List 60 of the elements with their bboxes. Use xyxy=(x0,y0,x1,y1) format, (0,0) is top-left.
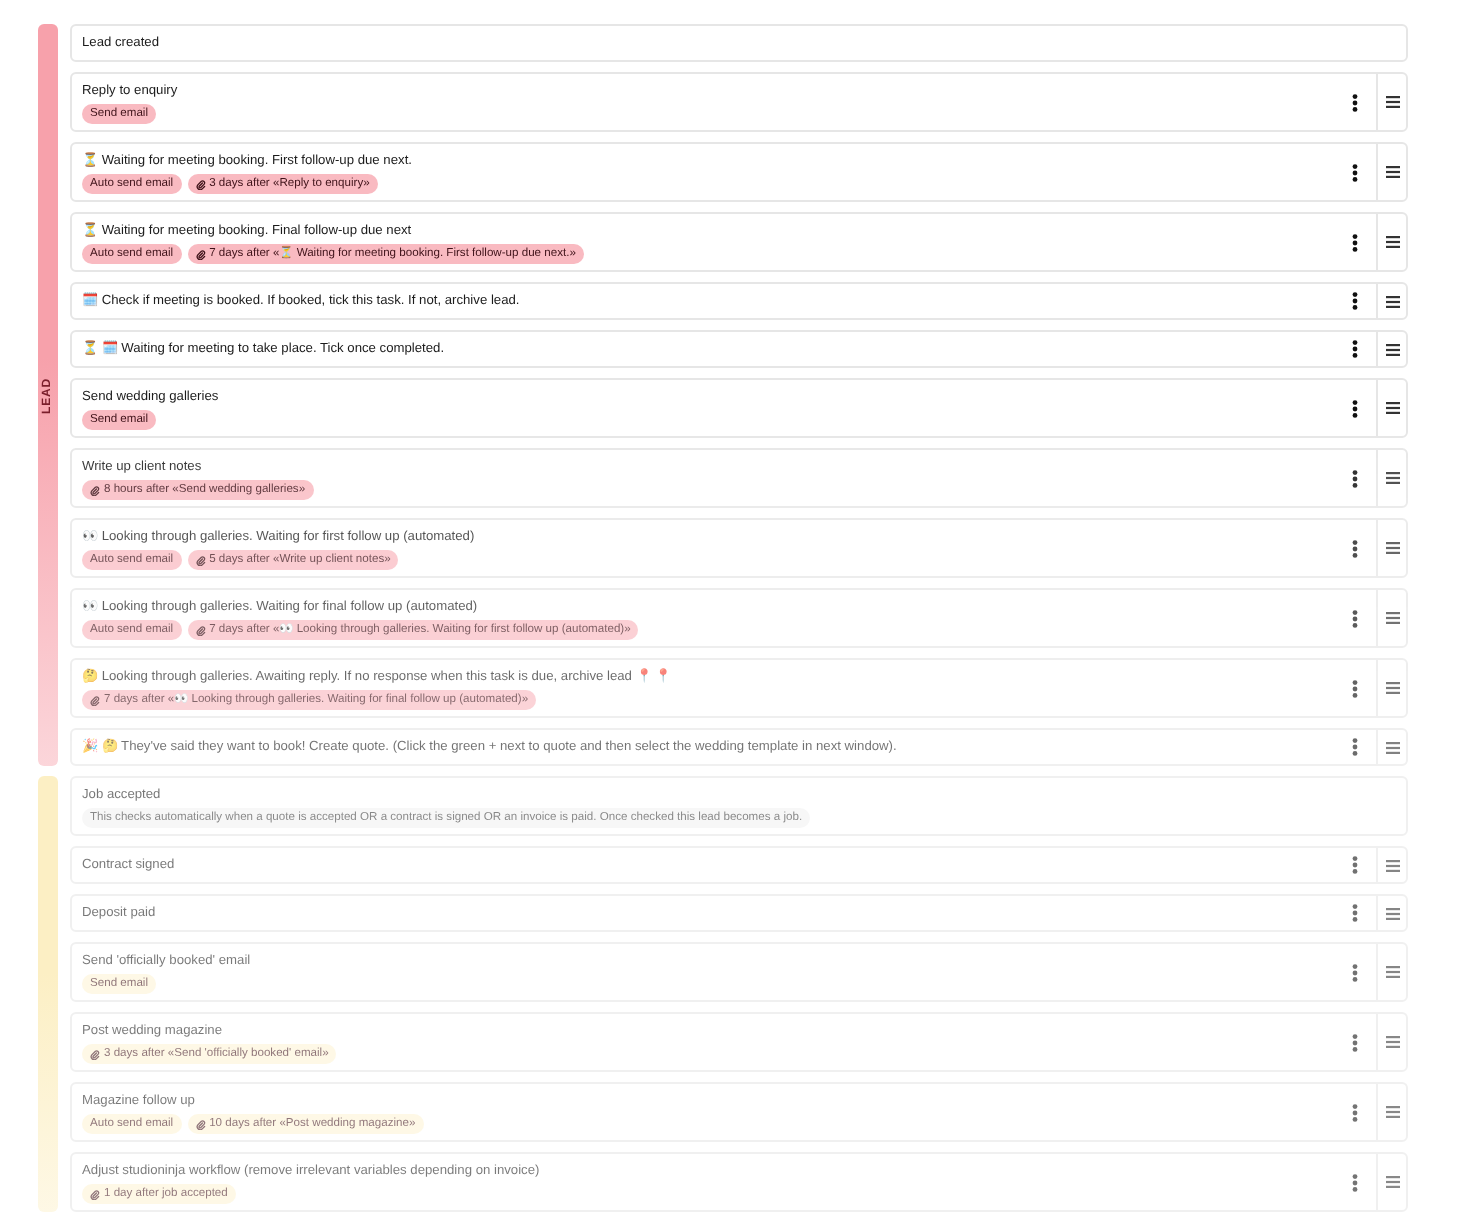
more-icon xyxy=(1351,1173,1357,1191)
more-icon xyxy=(1351,856,1357,874)
drag-handle[interactable] xyxy=(1376,74,1406,130)
more-icon xyxy=(1351,539,1357,557)
menu-icon xyxy=(1385,472,1399,484)
drag-handle[interactable] xyxy=(1376,944,1406,1000)
more-icon xyxy=(1351,93,1357,111)
drag-handle[interactable] xyxy=(1376,332,1406,366)
drag-handle[interactable] xyxy=(1376,1154,1406,1210)
more-icon xyxy=(1351,609,1357,627)
drag-handle[interactable] xyxy=(1376,450,1406,506)
more-icon xyxy=(1351,963,1357,981)
menu-icon xyxy=(1385,1036,1399,1048)
more-icon xyxy=(1351,679,1357,697)
menu-icon xyxy=(1385,402,1399,414)
drag-handle[interactable] xyxy=(1376,590,1406,646)
more-icon xyxy=(1351,469,1357,487)
more-icon xyxy=(1351,340,1357,358)
paperclip-icon xyxy=(90,695,100,705)
drag-handle[interactable] xyxy=(1376,144,1406,200)
menu-icon xyxy=(1385,741,1399,753)
drag-handle[interactable] xyxy=(1376,520,1406,576)
menu-icon xyxy=(1385,236,1399,248)
more-icon xyxy=(1351,399,1357,417)
drag-handle[interactable] xyxy=(1376,660,1406,716)
paperclip-icon xyxy=(195,555,206,565)
menu-icon xyxy=(1385,295,1399,307)
menu-icon xyxy=(1385,966,1399,978)
more-icon xyxy=(1351,163,1357,181)
menu-icon xyxy=(1385,907,1399,919)
drag-handle[interactable] xyxy=(1376,284,1406,318)
drag-handle[interactable] xyxy=(1376,1014,1406,1070)
menu-icon xyxy=(1385,343,1399,355)
more-icon xyxy=(1351,233,1357,251)
drag-handle[interactable] xyxy=(1376,380,1406,436)
more-icon xyxy=(1351,292,1357,310)
menu-icon xyxy=(1385,96,1399,108)
menu-icon xyxy=(1385,859,1399,871)
menu-icon xyxy=(1385,166,1399,178)
more-icon xyxy=(1351,1033,1357,1051)
drag-handle[interactable] xyxy=(1376,214,1406,270)
menu-icon xyxy=(1385,1176,1399,1188)
more-icon xyxy=(1351,738,1357,756)
drag-handle[interactable] xyxy=(1376,896,1406,930)
menu-icon xyxy=(1385,542,1399,554)
menu-icon xyxy=(1385,682,1399,694)
menu-icon xyxy=(1385,612,1399,624)
paperclip-icon xyxy=(195,1119,206,1129)
paperclip-icon xyxy=(90,1189,100,1199)
paperclip-icon xyxy=(195,625,206,635)
paperclip-icon xyxy=(90,485,100,495)
drag-handle[interactable] xyxy=(1376,848,1406,882)
paperclip-icon xyxy=(90,1049,100,1059)
menu-icon xyxy=(1385,1106,1399,1118)
paperclip-icon xyxy=(195,179,206,189)
drag-handle[interactable] xyxy=(1376,730,1406,764)
more-icon xyxy=(1351,1103,1357,1121)
drag-handle[interactable] xyxy=(1376,1084,1406,1140)
paperclip-icon xyxy=(195,249,206,259)
more-icon xyxy=(1351,904,1357,922)
